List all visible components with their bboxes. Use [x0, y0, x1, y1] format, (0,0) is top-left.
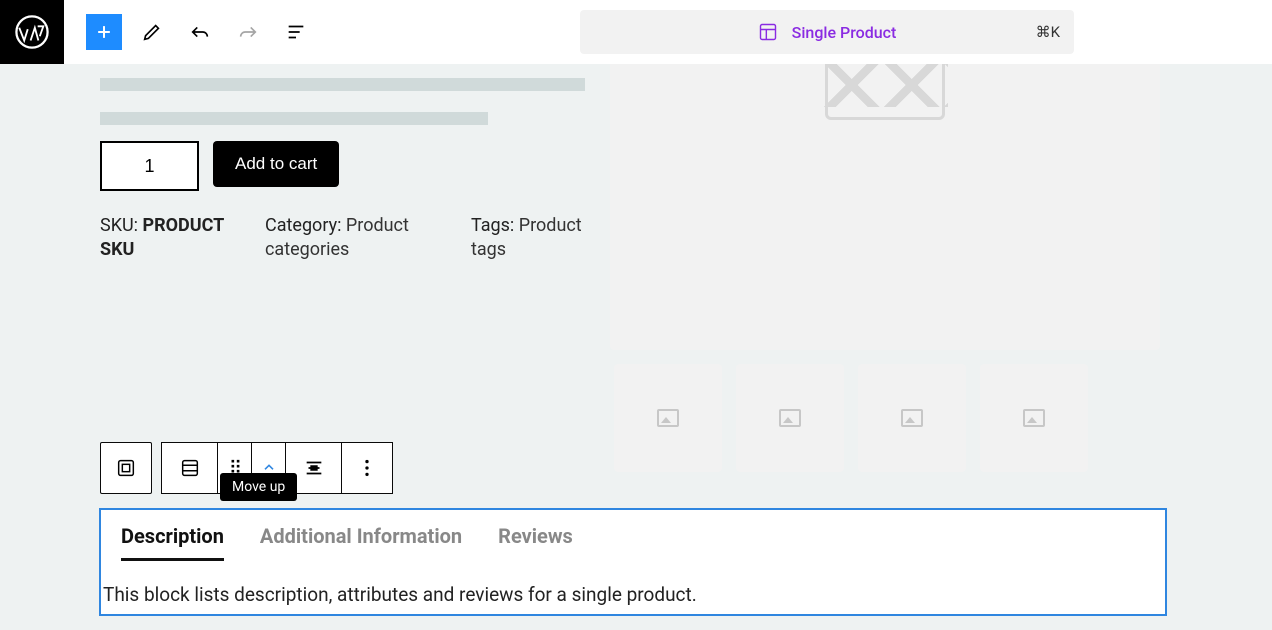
tags-meta: Tags: Product tags: [471, 214, 601, 263]
wordpress-logo[interactable]: [0, 0, 64, 64]
edit-tool-button[interactable]: [134, 14, 170, 50]
tab-reviews[interactable]: Reviews: [498, 524, 573, 561]
block-type-button[interactable]: [161, 442, 217, 494]
template-selector[interactable]: Single Product ⌘K: [580, 10, 1074, 54]
more-options-button[interactable]: [341, 442, 393, 494]
gallery-thumb[interactable]: [858, 364, 966, 472]
category-meta: Category: Product categories: [265, 214, 425, 263]
list-view-button[interactable]: [278, 14, 314, 50]
parent-block-button[interactable]: [100, 442, 152, 494]
image-icon: [1023, 409, 1045, 427]
undo-button[interactable]: [182, 14, 218, 50]
text-placeholder: [100, 112, 488, 125]
product-details-block[interactable]: Description Additional Information Revie…: [99, 508, 1167, 616]
text-placeholder: [100, 78, 585, 91]
gallery-thumb[interactable]: [614, 364, 722, 472]
redo-button[interactable]: [230, 14, 266, 50]
block-description: This block lists description, attributes…: [103, 583, 697, 606]
template-icon: [758, 22, 778, 42]
image-icon: [901, 409, 923, 427]
sku-meta: SKU: PRODUCT SKU: [100, 214, 250, 263]
tab-description[interactable]: Description: [121, 524, 224, 561]
quantity-input[interactable]: [100, 141, 199, 191]
tab-additional-info[interactable]: Additional Information: [260, 524, 462, 561]
image-icon: [657, 409, 679, 427]
gallery-thumb[interactable]: [736, 364, 844, 472]
add-to-cart-button[interactable]: Add to cart: [213, 141, 339, 187]
image-icon: [779, 409, 801, 427]
tooltip: Move up: [220, 473, 297, 501]
shortcut-hint: ⌘K: [1036, 23, 1060, 41]
template-name: Single Product: [792, 23, 897, 42]
gallery-thumb[interactable]: [980, 364, 1088, 472]
block-inserter-button[interactable]: [86, 14, 122, 50]
